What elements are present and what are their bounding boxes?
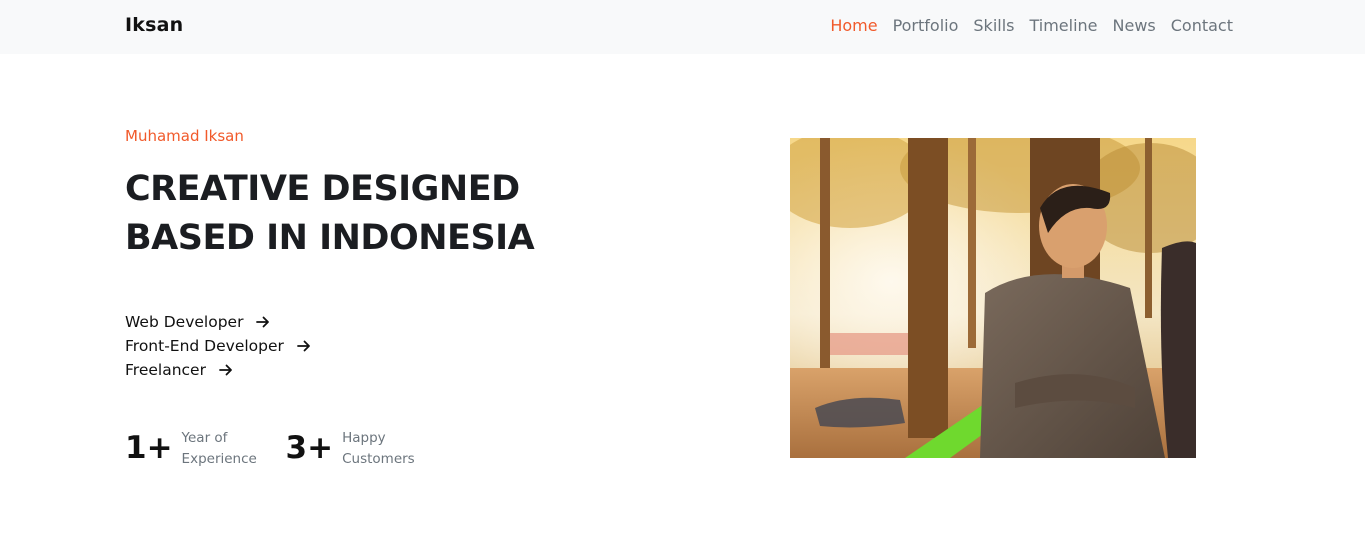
arrow-right-icon (219, 364, 232, 376)
role-item[interactable]: Web Developer (125, 310, 312, 334)
nav-contact[interactable]: Contact (1171, 16, 1233, 36)
nav-news[interactable]: News (1113, 16, 1156, 36)
role-label: Freelancer (125, 361, 206, 379)
hero-title: CREATIVE DESIGNED BASED IN INDONESIA (125, 169, 535, 258)
stat-value: 1+ (125, 430, 173, 466)
nav-menu: Home Portfolio Skills Timeline News Cont… (830, 16, 1233, 36)
brand-logo[interactable]: Iksan (125, 14, 183, 36)
nav-timeline[interactable]: Timeline (1029, 16, 1097, 36)
stat-value: 3+ (285, 430, 334, 466)
role-list: Web Developer Front-End Developer Freela… (125, 310, 312, 382)
stat-experience: 1+ Year of Experience (125, 428, 262, 470)
stat-label: Happy Customers (342, 430, 415, 467)
arrow-right-icon (297, 340, 310, 352)
profile-photo (790, 138, 1196, 458)
stat-customers: 3+ Happy Customers (286, 428, 423, 470)
role-item[interactable]: Front-End Developer (125, 334, 312, 358)
hero-name: Muhamad Iksan (125, 127, 244, 145)
nav-skills[interactable]: Skills (973, 16, 1014, 36)
arrow-right-icon (256, 316, 270, 328)
nav-portfolio[interactable]: Portfolio (893, 16, 959, 36)
stat-label: Year of Experience (181, 430, 257, 467)
role-label: Front-End Developer (125, 337, 284, 355)
nav-home[interactable]: Home (830, 16, 877, 36)
navbar: Iksan Home Portfolio Skills Timeline New… (0, 0, 1365, 54)
role-label: Web Developer (125, 313, 244, 331)
stats: 1+ Year of Experience 3+ Happy Customers (125, 428, 422, 470)
role-item[interactable]: Freelancer (125, 358, 312, 382)
